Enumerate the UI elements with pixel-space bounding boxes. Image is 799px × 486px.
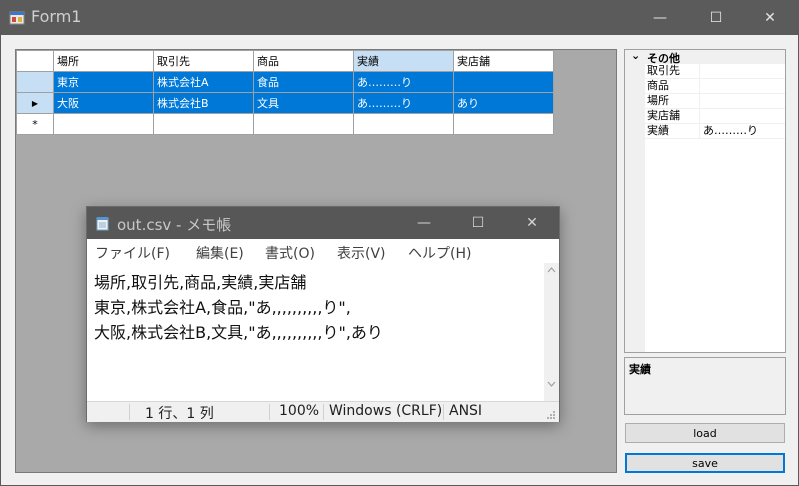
grid-cell[interactable] <box>53 113 154 135</box>
property-name: 場所 <box>647 94 669 107</box>
status-cursor-position: 1 行、1 列 <box>145 406 214 422</box>
scroll-down-icon[interactable] <box>547 381 556 387</box>
grid-cell[interactable]: 文具 <box>253 92 354 114</box>
grid-cell[interactable] <box>253 113 354 135</box>
data-grid-table: 場所 取引先 商品 実績 実店舗 東京 株式会社A 食品 あ………り ▶ 大阪 <box>16 50 554 135</box>
property-value[interactable]: あ………り <box>699 124 785 138</box>
close-button[interactable]: ✕ <box>743 1 797 35</box>
status-separator <box>323 404 324 420</box>
grid-cell[interactable] <box>453 113 554 135</box>
property-value[interactable] <box>699 109 785 123</box>
property-value[interactable] <box>699 64 785 78</box>
status-separator <box>269 404 270 420</box>
property-grid[interactable]: ⌄ その他 取引先 商品 場所 実店舗 実績 あ………り <box>624 49 786 353</box>
property-value[interactable] <box>699 94 785 108</box>
maximize-button[interactable]: ☐ <box>689 1 743 35</box>
menu-file[interactable]: ファイル(F) <box>95 243 170 263</box>
text-line: 東京,株式会社A,食品,"あ,,,,,,,,,,り", <box>94 298 351 317</box>
status-zoom: 100% <box>279 403 320 419</box>
column-header-client[interactable]: 取引先 <box>153 50 254 72</box>
grid-cell[interactable] <box>153 113 254 135</box>
grid-cell[interactable]: 食品 <box>253 71 354 93</box>
column-header-product[interactable]: 商品 <box>253 50 354 72</box>
app-icon <box>9 11 25 25</box>
column-header-results[interactable]: 実績 <box>353 50 454 72</box>
notepad-icon <box>96 217 109 231</box>
menu-format[interactable]: 書式(O) <box>265 243 315 263</box>
property-name: 実店舗 <box>647 109 680 122</box>
property-name: 取引先 <box>647 64 680 77</box>
status-encoding: ANSI <box>449 403 483 419</box>
text-line: 大阪,株式会社B,文具,"あ,,,,,,,,,,り",あり <box>94 323 383 342</box>
property-row-client[interactable]: 取引先 <box>625 64 785 79</box>
grid-header-row: 場所 取引先 商品 実績 実店舗 <box>16 50 554 72</box>
grid-cell[interactable]: 東京 <box>53 71 154 93</box>
resize-grip-icon[interactable] <box>546 410 556 420</box>
save-button[interactable]: save <box>625 453 785 473</box>
property-row-store[interactable]: 実店舗 <box>625 109 785 124</box>
notepad-text-area[interactable]: 場所,取引先,商品,実績,実店舗 東京,株式会社A,食品,"あ,,,,,,,,,… <box>87 263 559 401</box>
current-row-indicator[interactable]: ▶ <box>16 92 54 114</box>
text-line: 場所,取引先,商品,実績,実店舗 <box>94 273 307 292</box>
window-title: Form1 <box>31 7 82 26</box>
grid-cell[interactable]: 株式会社B <box>153 92 254 114</box>
notepad-title-bar: out.csv - メモ帳 — ☐ ✕ <box>87 207 559 239</box>
row-header[interactable] <box>16 71 54 93</box>
grid-cell[interactable]: 株式会社A <box>153 71 254 93</box>
notepad-title: out.csv - メモ帳 <box>117 216 232 234</box>
notepad-menu-bar: ファイル(F) 編集(E) 書式(O) 表示(V) ヘルプ(H) <box>87 239 559 263</box>
property-description-title: 実績 <box>629 363 651 376</box>
new-row[interactable]: * <box>16 113 554 135</box>
notepad-close-button[interactable]: ✕ <box>505 207 559 239</box>
property-description-panel: 実績 <box>624 357 786 415</box>
property-name: 商品 <box>647 79 669 92</box>
scroll-up-icon[interactable] <box>547 267 556 273</box>
property-name: 実績 <box>647 124 669 137</box>
minimize-button[interactable]: — <box>633 1 687 35</box>
new-row-marker[interactable]: * <box>16 113 54 135</box>
status-separator <box>129 404 130 420</box>
property-row-results[interactable]: 実績 あ………り <box>625 124 785 139</box>
vertical-scrollbar[interactable] <box>544 263 559 401</box>
chevron-down-icon[interactable]: ⌄ <box>631 49 640 62</box>
grid-cell[interactable]: あ………り <box>353 92 454 114</box>
property-row-location[interactable]: 場所 <box>625 94 785 109</box>
notepad-window: out.csv - メモ帳 — ☐ ✕ ファイル(F) 編集(E) 書式(O) … <box>86 206 560 422</box>
grid-cell[interactable]: あり <box>453 92 554 114</box>
notepad-maximize-button[interactable]: ☐ <box>451 207 505 239</box>
property-row-product[interactable]: 商品 <box>625 79 785 94</box>
grid-cell[interactable]: あ………り <box>353 71 454 93</box>
table-row[interactable]: 東京 株式会社A 食品 あ………り <box>16 71 554 93</box>
grid-cell[interactable]: 大阪 <box>53 92 154 114</box>
column-header-store[interactable]: 実店舗 <box>453 50 554 72</box>
menu-help[interactable]: ヘルプ(H) <box>408 243 471 263</box>
status-line-ending: Windows (CRLF) <box>329 403 441 419</box>
grid-cell[interactable] <box>453 71 554 93</box>
table-row[interactable]: ▶ 大阪 株式会社B 文具 あ………り あり <box>16 92 554 114</box>
menu-edit[interactable]: 編集(E) <box>196 243 244 263</box>
menu-view[interactable]: 表示(V) <box>337 243 386 263</box>
load-button[interactable]: load <box>625 423 785 443</box>
column-header-location[interactable]: 場所 <box>53 50 154 72</box>
property-category-other[interactable]: ⌄ その他 <box>625 49 785 65</box>
status-separator <box>443 404 444 420</box>
grid-corner-header[interactable] <box>16 50 54 72</box>
property-value[interactable] <box>699 79 785 93</box>
title-bar: Form1 — ☐ ✕ <box>1 1 798 35</box>
grid-cell[interactable] <box>353 113 454 135</box>
notepad-minimize-button[interactable]: — <box>397 207 451 239</box>
notepad-status-bar: 1 行、1 列 100% Windows (CRLF) ANSI <box>87 401 559 422</box>
